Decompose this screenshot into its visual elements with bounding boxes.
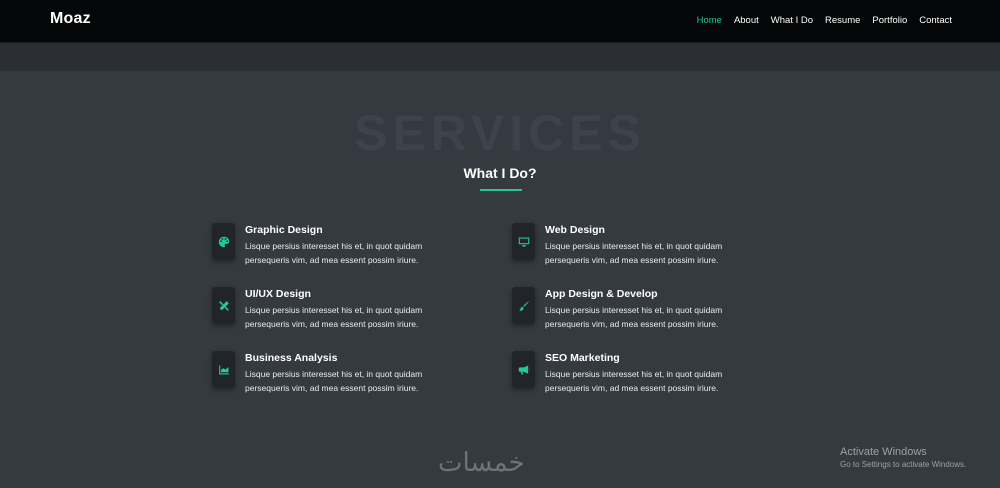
brand-logo[interactable]: Moaz <box>50 10 91 28</box>
service-title: Business Analysis <box>245 352 338 364</box>
service-description: Lisque persius interesset his et, in quo… <box>545 241 723 265</box>
chart-area-icon <box>212 351 235 388</box>
service-title: SEO Marketing <box>545 352 620 364</box>
service-ui-ux-design: UI/UX Design Lisque persius interesset h… <box>212 287 512 337</box>
service-seo-marketing: SEO Marketing Lisque persius interesset … <box>512 351 812 401</box>
khamsat-watermark-logo: خمسات <box>438 448 525 478</box>
nav-contact[interactable]: Contact <box>919 15 952 27</box>
nav-links: Home About What I Do Resume Portfolio Co… <box>697 15 952 27</box>
navbar: Moaz Home About What I Do Resume Portfol… <box>0 0 1000 43</box>
section-title: What I Do? <box>463 165 537 181</box>
bullhorn-icon <box>512 351 535 388</box>
title-underline <box>480 189 522 191</box>
service-title: UI/UX Design <box>245 288 311 300</box>
nav-resume[interactable]: Resume <box>825 15 860 27</box>
paint-brush-icon <box>512 287 535 324</box>
nav-portfolio[interactable]: Portfolio <box>872 15 907 27</box>
service-description: Lisque persius interesset his et, in quo… <box>245 241 423 265</box>
desktop-icon <box>512 223 535 260</box>
palette-icon <box>212 223 235 260</box>
activate-windows-subtitle: Go to Settings to activate Windows. <box>840 460 967 469</box>
service-description: Lisque persius interesset his et, in quo… <box>245 369 423 393</box>
service-title: App Design & Develop <box>545 288 658 300</box>
activate-windows-watermark: Activate Windows Go to Settings to activ… <box>840 446 966 469</box>
service-business-analysis: Business Analysis Lisque persius interes… <box>212 351 512 401</box>
service-title: Web Design <box>545 224 605 236</box>
service-graphic-design: Graphic Design Lisque persius interesset… <box>212 223 512 273</box>
service-web-design: Web Design Lisque persius interesset his… <box>512 223 812 273</box>
service-app-design-develop: App Design & Develop Lisque persius inte… <box>512 287 812 337</box>
service-title: Graphic Design <box>245 224 323 236</box>
section-background-title: SERVICES <box>354 105 646 161</box>
nav-home[interactable]: Home <box>697 15 722 27</box>
nav-what-i-do[interactable]: What I Do <box>771 15 813 27</box>
service-description: Lisque persius interesset his et, in quo… <box>545 305 723 329</box>
pencil-ruler-icon <box>212 287 235 324</box>
service-description: Lisque persius interesset his et, in quo… <box>245 305 423 329</box>
nav-about[interactable]: About <box>734 15 759 27</box>
activate-windows-title: Activate Windows <box>840 446 927 458</box>
service-description: Lisque persius interesset his et, in quo… <box>545 369 723 393</box>
header-strip <box>0 43 1000 71</box>
